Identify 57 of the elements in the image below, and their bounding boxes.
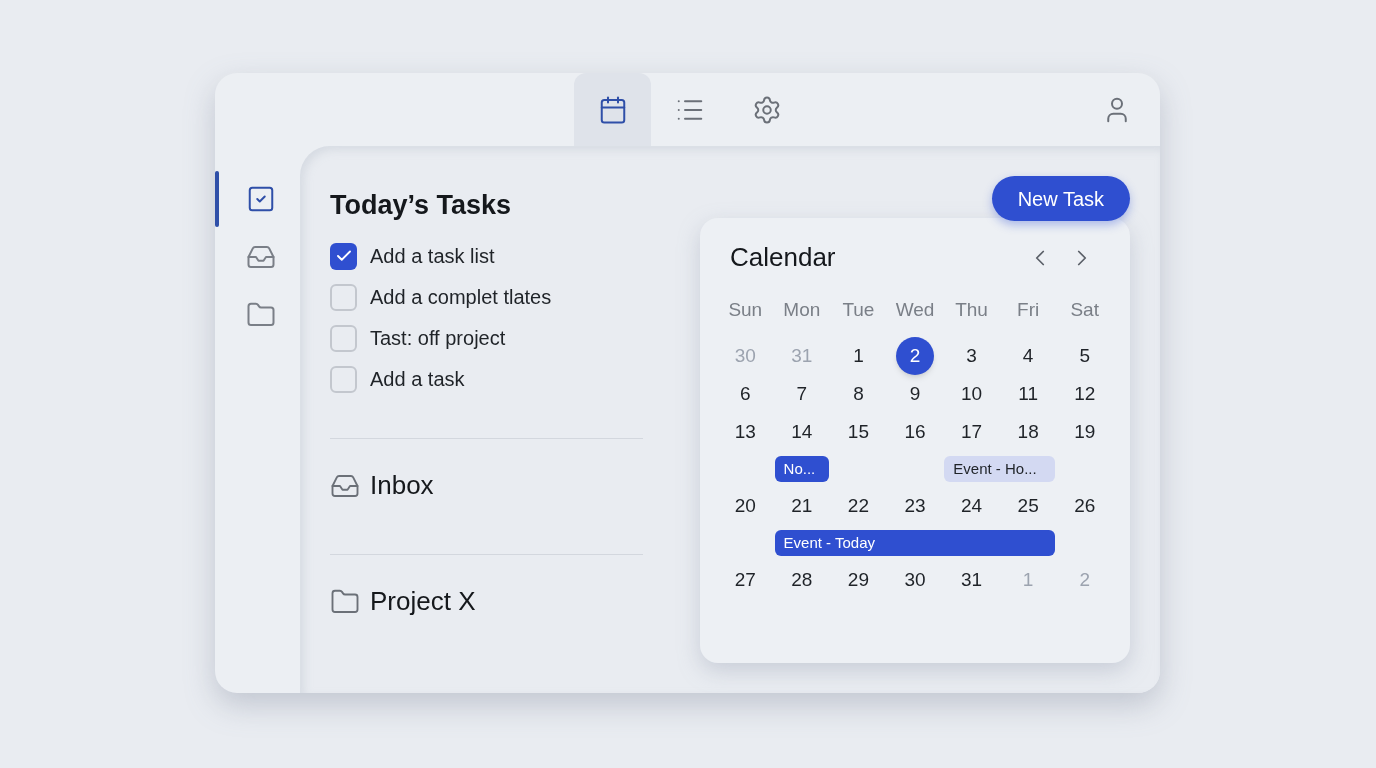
calendar-event[interactable]: Event - Today bbox=[774, 530, 1056, 556]
weekday-label: Fri bbox=[1016, 297, 1041, 322]
calendar-day[interactable]: 25 bbox=[1017, 491, 1039, 521]
calendar-day[interactable]: 22 bbox=[847, 491, 869, 521]
calendar-day[interactable]: 28 bbox=[791, 565, 813, 595]
calendar-day[interactable]: 14 bbox=[791, 417, 813, 447]
calendar-day[interactable]: 10 bbox=[961, 379, 983, 409]
calendar-day[interactable]: 17 bbox=[961, 417, 983, 447]
active-indicator bbox=[215, 171, 219, 227]
calendar-day[interactable]: 3 bbox=[966, 341, 977, 371]
calendar-event[interactable]: No... bbox=[774, 456, 830, 482]
weekday-label: Mon bbox=[782, 297, 822, 322]
calendar-day[interactable]: 8 bbox=[853, 379, 864, 409]
calendar-day[interactable]: 15 bbox=[847, 417, 869, 447]
task-label: Add a complet tlates bbox=[370, 285, 552, 310]
checkbox[interactable] bbox=[330, 324, 357, 352]
calendar-day[interactable]: 18 bbox=[1017, 417, 1039, 447]
weekday-label: Sat bbox=[1069, 297, 1100, 322]
checkbox[interactable] bbox=[330, 283, 357, 311]
calendar-day[interactable]: 29 bbox=[847, 565, 869, 595]
calendar-day[interactable]: 24 bbox=[961, 491, 983, 521]
task-label: Add a task bbox=[370, 367, 465, 392]
toolbar-tab[interactable] bbox=[574, 73, 651, 146]
calendar-day[interactable]: 27 bbox=[734, 565, 756, 595]
calendar-day[interactable]: 1 bbox=[853, 341, 864, 371]
section-title: Today’s Tasks bbox=[330, 192, 513, 219]
calendar-day[interactable]: 31 bbox=[961, 565, 983, 595]
calendar-day[interactable]: 11 bbox=[1018, 379, 1038, 409]
calendar-day[interactable]: 7 bbox=[796, 379, 808, 409]
calendar-day[interactable]: 21 bbox=[791, 491, 813, 521]
calendar-day[interactable]: 16 bbox=[904, 417, 926, 447]
section-link[interactable]: Inbox bbox=[370, 466, 434, 505]
section-link[interactable]: Project X bbox=[370, 582, 476, 621]
calendar-day[interactable]: 5 bbox=[1079, 341, 1090, 371]
calendar-day[interactable]: 9 bbox=[909, 379, 921, 409]
calendar-day[interactable]: 13 bbox=[734, 417, 756, 447]
weekday-label: Tue bbox=[841, 297, 876, 322]
weekday-label: Wed bbox=[894, 297, 936, 322]
calendar-day[interactable]: 4 bbox=[1022, 341, 1034, 371]
checkbox[interactable] bbox=[330, 365, 357, 393]
task-label: Tast: off project bbox=[370, 326, 506, 351]
calendar-day[interactable]: 23 bbox=[904, 491, 926, 521]
calendar-day[interactable]: 30 bbox=[904, 565, 926, 595]
calendar-day[interactable]: 26 bbox=[1074, 491, 1096, 521]
task-label: Add a task list bbox=[370, 244, 495, 269]
calendar-title: Calendar bbox=[730, 241, 836, 274]
checkbox[interactable] bbox=[330, 242, 357, 270]
weekday-label: Thu bbox=[954, 297, 989, 322]
new-task-button[interactable]: New Task bbox=[991, 176, 1130, 221]
calendar-event[interactable]: Event - Ho... bbox=[944, 456, 1056, 482]
calendar-day[interactable]: 19 bbox=[1074, 417, 1096, 447]
selected-day[interactable]: 2 bbox=[896, 337, 934, 375]
checkbox-icon bbox=[246, 184, 276, 214]
weekday-label: Sun bbox=[727, 297, 764, 322]
calendar-day[interactable]: 20 bbox=[734, 491, 756, 521]
calendar-day[interactable]: 6 bbox=[740, 379, 751, 409]
calendar-day[interactable]: 12 bbox=[1074, 379, 1096, 409]
